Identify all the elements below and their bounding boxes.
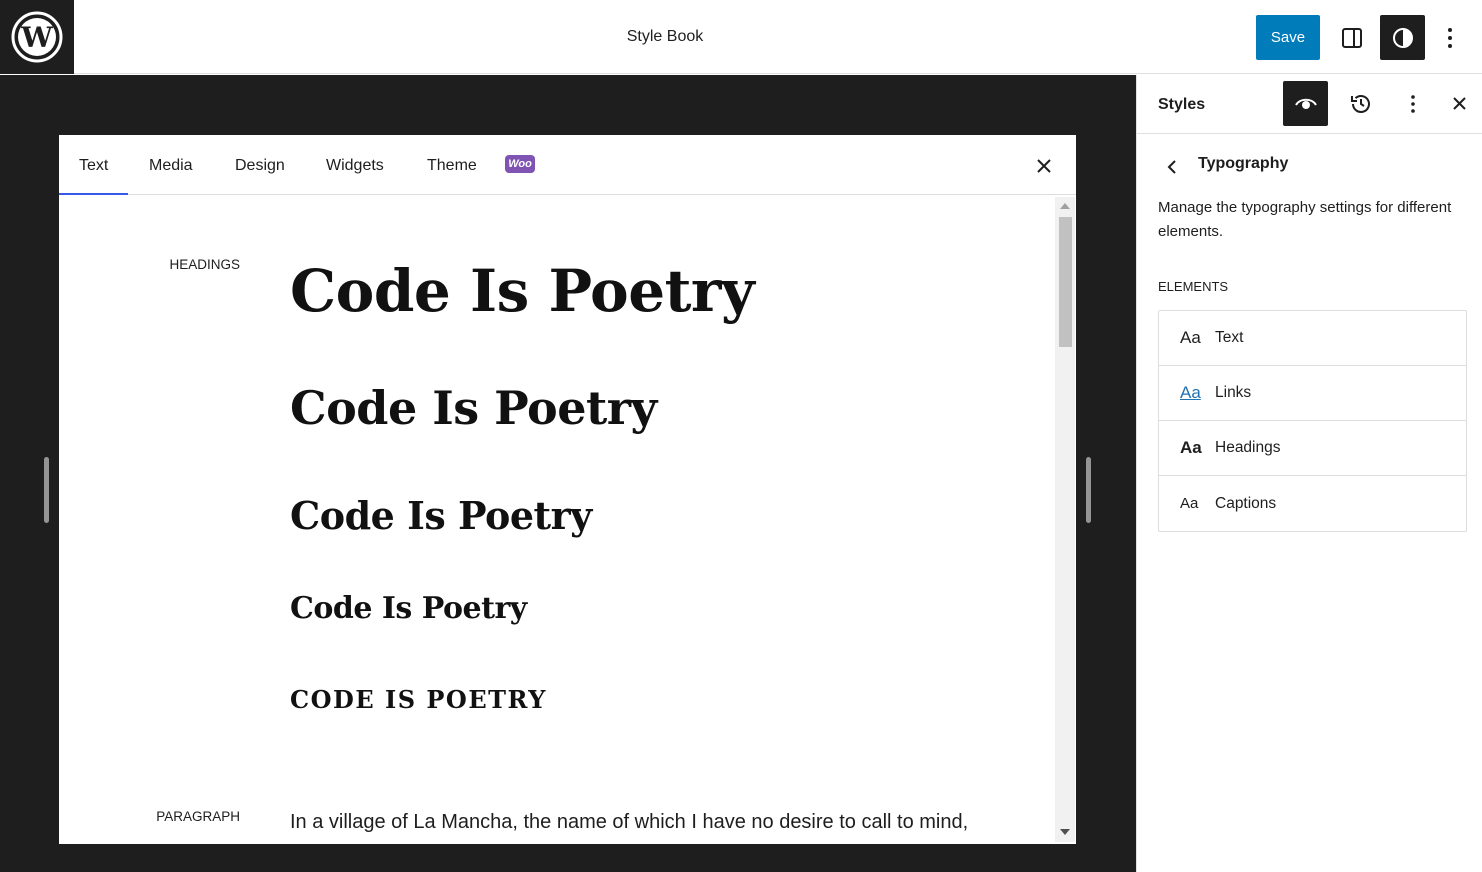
eye-icon [1294, 98, 1317, 109]
headings-section-label: Headings [169, 257, 240, 272]
resize-handle-right[interactable] [1086, 457, 1091, 523]
scrollbar-thumb[interactable] [1059, 217, 1072, 347]
panel-description: Manage the typography settings for diffe… [1158, 199, 1452, 240]
sidebar-header: Styles [1137, 75, 1482, 134]
elements-list: Aa Text Aa Links Aa Headings Aa Captions [1158, 310, 1467, 532]
style-book-toggle-button[interactable] [1283, 81, 1328, 126]
element-label: Headings [1215, 439, 1281, 456]
styles-sidebar: Styles Typography Manage the typography … [1136, 75, 1482, 872]
editor-header: W Style Book Save [0, 0, 1482, 74]
editor-canvas: Text Media Design Widgets Theme Woo Head… [0, 75, 1136, 872]
element-item-captions[interactable]: Aa Captions [1159, 476, 1466, 531]
heading-h1[interactable]: Code Is Poetry [290, 257, 755, 325]
close-sidebar-button[interactable] [1439, 81, 1479, 126]
tab-design[interactable]: Design [215, 135, 305, 195]
element-label: Text [1215, 329, 1244, 346]
styles-actions-button[interactable] [1393, 81, 1433, 126]
revisions-button[interactable] [1338, 81, 1383, 126]
heading-h2[interactable]: Code Is Poetry [290, 381, 657, 435]
chevron-left-icon [1167, 160, 1176, 174]
styles-button[interactable] [1380, 15, 1425, 60]
heading-h4[interactable]: Code Is Poetry [290, 591, 527, 626]
contrast-icon [1392, 27, 1413, 48]
typography-sample: Aa [1180, 328, 1201, 347]
settings-toggle-button[interactable] [1329, 15, 1374, 60]
element-label: Links [1215, 384, 1252, 401]
heading-h5[interactable]: CODE IS POETRY [290, 685, 547, 714]
tab-theme[interactable]: Theme [407, 135, 497, 195]
close-style-book-button[interactable] [1031, 153, 1057, 179]
scroll-down-arrow-icon[interactable] [1060, 829, 1070, 835]
history-icon [1350, 94, 1370, 113]
sidebar-title: Styles [1158, 96, 1206, 113]
resize-handle-left[interactable] [44, 457, 49, 523]
document-title[interactable]: Style Book [0, 28, 1330, 46]
more-vertical-icon [1411, 94, 1415, 113]
tab-widgets[interactable]: Widgets [306, 135, 404, 195]
typography-sample: Aa [1180, 438, 1202, 457]
element-item-links[interactable]: Aa Links [1159, 366, 1466, 421]
paragraph-section-label: Paragraph [156, 809, 240, 824]
typography-sample: Aa [1180, 495, 1199, 512]
back-button[interactable] [1160, 155, 1184, 179]
close-icon [1452, 97, 1466, 110]
tab-text[interactable]: Text [59, 135, 129, 195]
options-menu-button[interactable] [1430, 15, 1470, 60]
element-label: Captions [1215, 494, 1277, 512]
tab-media[interactable]: Media [129, 135, 213, 195]
heading-h3[interactable]: Code Is Poetry [290, 493, 592, 538]
save-button[interactable]: Save [1256, 15, 1320, 60]
paragraph-sample[interactable]: In a village of La Mancha, the name of w… [290, 811, 968, 834]
more-vertical-icon [1448, 27, 1452, 48]
element-item-text[interactable]: Aa Text [1159, 311, 1466, 366]
elements-heading: Elements [1158, 279, 1229, 294]
sidebar-layout-icon [1341, 27, 1362, 48]
panel-title: Typography [1198, 155, 1289, 172]
element-item-headings[interactable]: Aa Headings [1159, 421, 1466, 476]
scroll-up-arrow-icon[interactable] [1060, 203, 1070, 209]
tab-woo[interactable]: Woo [505, 155, 535, 173]
close-icon [1037, 159, 1051, 173]
style-book-tabs: Text Media Design Widgets Theme Woo [59, 135, 1076, 195]
style-book-frame: Text Media Design Widgets Theme Woo Head… [59, 135, 1076, 844]
typography-sample: Aa [1180, 383, 1201, 402]
